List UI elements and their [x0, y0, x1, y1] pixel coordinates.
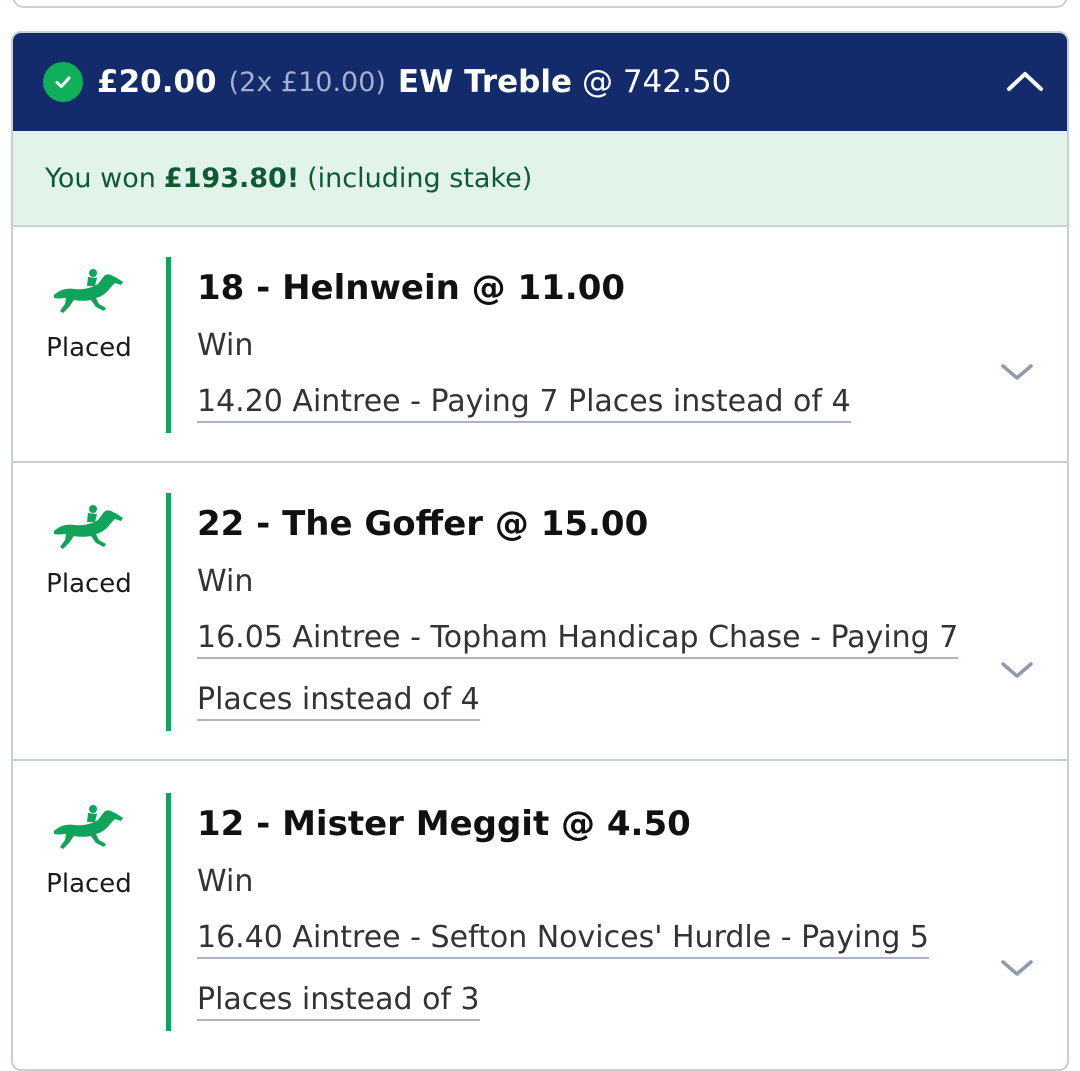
chevron-up-icon	[1007, 72, 1043, 91]
selection-market: Win	[197, 328, 254, 363]
selection-status: Placed	[13, 267, 165, 363]
check-circle-icon	[43, 62, 83, 102]
selection-title: 18 - Helnwein @ 11.00	[197, 268, 626, 308]
horse-racing-icon	[54, 505, 123, 549]
event-line: 16.05 Aintree - Topham Handicap Chase - …	[197, 620, 959, 659]
expand-button[interactable]	[997, 357, 1037, 387]
event-line: 14.20 Aintree - Paying 7 Places instead …	[197, 384, 851, 423]
status-bar	[166, 257, 171, 433]
event-line: Places instead of 4	[197, 682, 480, 721]
win-suffix: (including stake)	[307, 162, 533, 194]
horse-racing-icon	[54, 269, 123, 313]
status-bar	[166, 493, 171, 731]
chevron-down-icon	[1001, 364, 1033, 380]
win-banner: You won £193.80! (including stake)	[13, 131, 1067, 227]
expand-button[interactable]	[997, 953, 1037, 983]
selection-title: 12 - Mister Meggit @ 4.50	[197, 804, 691, 844]
selection-row: Placed 18 - Helnwein @ 11.00 Win 14.20 A…	[13, 227, 1067, 463]
bet-odds: @ 742.50	[581, 64, 732, 100]
selection-status: Placed	[13, 503, 165, 599]
previous-bet-card	[12, 0, 1068, 8]
win-amount: £193.80!	[163, 162, 300, 194]
selection-status: Placed	[13, 803, 165, 899]
placed-label: Placed	[46, 869, 132, 899]
event-link[interactable]: 14.20 Aintree - Paying 7 Places instead …	[197, 371, 1007, 433]
selection-row: Placed 12 - Mister Meggit @ 4.50 Win 16.…	[13, 761, 1067, 1061]
horse-racing-icon	[54, 805, 123, 849]
status-bar	[166, 793, 171, 1031]
event-line: Places instead of 3	[197, 982, 480, 1021]
selection-title: 22 - The Goffer @ 15.00	[197, 504, 649, 544]
selection-details: 22 - The Goffer @ 15.00 Win 16.05 Aintre…	[197, 507, 1007, 731]
each-way-breakdown: (2x £10.00)	[228, 66, 386, 98]
selection-details: 12 - Mister Meggit @ 4.50 Win 16.40 Aint…	[197, 807, 1007, 1031]
expand-button[interactable]	[997, 655, 1037, 685]
chevron-down-icon	[1001, 662, 1033, 678]
win-prefix: You won	[45, 162, 156, 194]
selection-details: 18 - Helnwein @ 11.00 Win 14.20 Aintree …	[197, 271, 1007, 433]
bet-type: EW Treble	[397, 64, 572, 100]
placed-label: Placed	[46, 569, 132, 599]
event-link[interactable]: 16.05 Aintree - Topham Handicap Chase - …	[197, 607, 1007, 731]
bet-stake: £20.00	[97, 64, 217, 100]
event-line: 16.40 Aintree - Sefton Novices' Hurdle -…	[197, 920, 929, 959]
bet-card: £20.00 (2x £10.00) EW Treble @ 742.50 Yo…	[11, 31, 1069, 1071]
event-link[interactable]: 16.40 Aintree - Sefton Novices' Hurdle -…	[197, 907, 1007, 1031]
placed-label: Placed	[46, 333, 132, 363]
selection-row: Placed 22 - The Goffer @ 15.00 Win 16.05…	[13, 463, 1067, 761]
chevron-down-icon	[1001, 960, 1033, 976]
collapse-button[interactable]	[1003, 59, 1047, 103]
selection-market: Win	[197, 864, 254, 899]
bet-header[interactable]: £20.00 (2x £10.00) EW Treble @ 742.50	[13, 33, 1067, 131]
selection-market: Win	[197, 564, 254, 599]
